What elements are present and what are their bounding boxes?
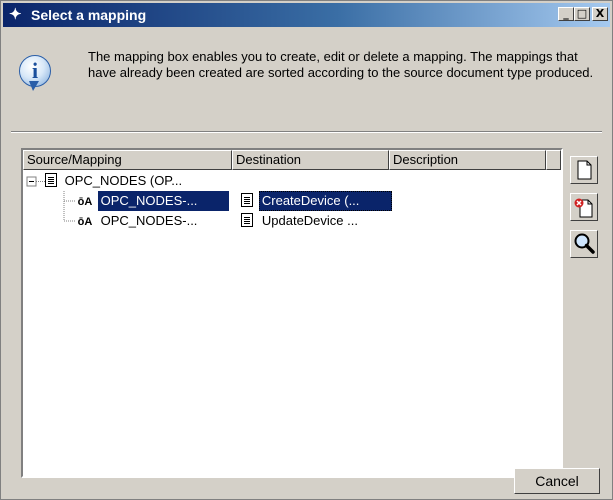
view-mapping-button[interactable] — [570, 230, 598, 258]
column-header-description[interactable]: Description — [389, 150, 546, 170]
info-icon-tail — [29, 81, 39, 91]
mapping-destination-1: CreateDevice (... — [258, 191, 392, 211]
mapping-source-2: OPC_NODES-... — [100, 213, 198, 228]
mapping-source-1: OPC_NODES-... — [97, 191, 229, 211]
info-text: The mapping box enables you to create, e… — [88, 49, 594, 80]
column-header-destination[interactable]: Destination — [232, 150, 389, 170]
mapping-icon: ōA — [77, 215, 93, 228]
minimize-button[interactable]: _ — [558, 7, 574, 21]
magnifier-icon — [574, 233, 595, 254]
close-button[interactable]: X — [592, 7, 608, 21]
document-icon — [45, 173, 57, 187]
cancel-button[interactable]: Cancel — [514, 468, 600, 494]
mapping-icon: ōA — [77, 195, 93, 208]
delete-mapping-button[interactable] — [570, 193, 598, 221]
new-mapping-button[interactable] — [570, 156, 598, 184]
new-document-icon — [577, 160, 592, 180]
mapping-row-1[interactable]: ōA OPC_NODES-... CreateDevice (... — [76, 191, 392, 211]
maximize-button[interactable]: □ — [574, 7, 590, 21]
tree-root-row[interactable]: OPC_NODES (OP... — [45, 171, 182, 191]
mapping-tree-list[interactable]: Source/Mapping Destination Description O… — [21, 148, 563, 478]
document-icon — [241, 193, 254, 207]
delete-document-icon — [574, 198, 593, 218]
mapping-destination-2: UpdateDevice ... — [261, 213, 358, 228]
title-bar[interactable]: ✦ Select a mapping _ □ X — [3, 3, 610, 27]
separator — [11, 131, 602, 133]
mapping-row-2[interactable]: ōA OPC_NODES-... UpdateDevice ... — [76, 211, 392, 231]
root-label: OPC_NODES (OP... — [64, 173, 183, 188]
document-icon — [241, 213, 254, 227]
mapping-dialog: ✦ Select a mapping _ □ X i The mapping b… — [0, 0, 613, 500]
column-header-spacer — [546, 150, 561, 170]
window-title: Select a mapping — [31, 7, 147, 23]
app-star-icon: ✦ — [9, 6, 22, 23]
column-header-source[interactable]: Source/Mapping — [23, 150, 232, 170]
